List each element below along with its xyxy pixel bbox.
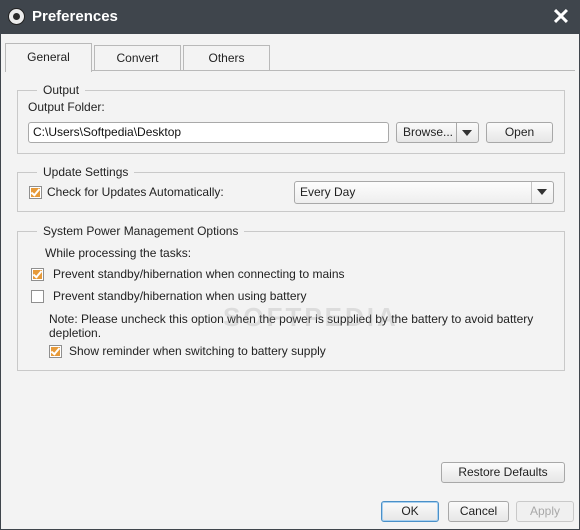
chevron-down-icon xyxy=(537,189,547,195)
tab-convert[interactable]: Convert xyxy=(94,45,181,71)
browse-dropdown-arrow[interactable] xyxy=(456,123,478,142)
prevent-standby-mains-label: Prevent standby/hibernation when connect… xyxy=(53,267,345,281)
check-updates-label: Check for Updates Automatically: xyxy=(47,185,224,199)
update-frequency-value: Every Day xyxy=(300,185,356,199)
browse-button[interactable]: Browse... xyxy=(396,122,479,143)
update-settings-group: Update Settings Check for Updates Automa… xyxy=(17,165,565,212)
update-frequency-dropdown[interactable] xyxy=(531,182,553,203)
check-updates-checkbox[interactable] xyxy=(29,186,42,199)
window-title: Preferences xyxy=(32,8,118,25)
output-legend: Output xyxy=(37,83,86,97)
cancel-button[interactable]: Cancel xyxy=(448,501,509,522)
apply-button[interactable]: Apply xyxy=(516,501,574,522)
title-bar[interactable]: Preferences ✕ xyxy=(0,0,580,34)
ok-button[interactable]: OK xyxy=(381,501,439,522)
open-button[interactable]: Open xyxy=(486,122,553,143)
output-group: Output Output Folder: C:\Users\Softpedia… xyxy=(17,83,565,154)
prevent-standby-battery-label: Prevent standby/hibernation when using b… xyxy=(53,289,307,303)
battery-note-line2: depletion. xyxy=(49,326,102,340)
chevron-down-icon xyxy=(462,130,472,136)
battery-reminder-checkbox[interactable] xyxy=(49,345,62,358)
restore-defaults-button[interactable]: Restore Defaults xyxy=(441,462,565,483)
processing-intro-label: While processing the tasks: xyxy=(45,246,192,260)
browse-label: Browse... xyxy=(403,125,454,139)
battery-reminder-label: Show reminder when switching to battery … xyxy=(69,344,326,358)
preferences-window: General Convert Others Output Output Fol… xyxy=(0,34,580,530)
tab-general[interactable]: General xyxy=(5,43,92,72)
power-management-group: System Power Management Options While pr… xyxy=(17,224,565,371)
power-management-legend: System Power Management Options xyxy=(37,224,245,238)
update-settings-legend: Update Settings xyxy=(37,165,135,179)
prevent-standby-battery-checkbox[interactable] xyxy=(31,290,44,303)
prevent-standby-mains-checkbox[interactable] xyxy=(31,268,44,281)
update-frequency-select[interactable]: Every Day xyxy=(294,181,554,204)
app-speaker-icon xyxy=(8,8,25,25)
output-folder-input[interactable]: C:\Users\Softpedia\Desktop xyxy=(28,122,389,143)
softpedia-watermark: SOFTPEDIA xyxy=(223,302,399,332)
close-icon[interactable]: ✕ xyxy=(550,6,572,28)
output-folder-label: Output Folder: xyxy=(28,100,105,114)
tab-others[interactable]: Others xyxy=(183,45,270,71)
